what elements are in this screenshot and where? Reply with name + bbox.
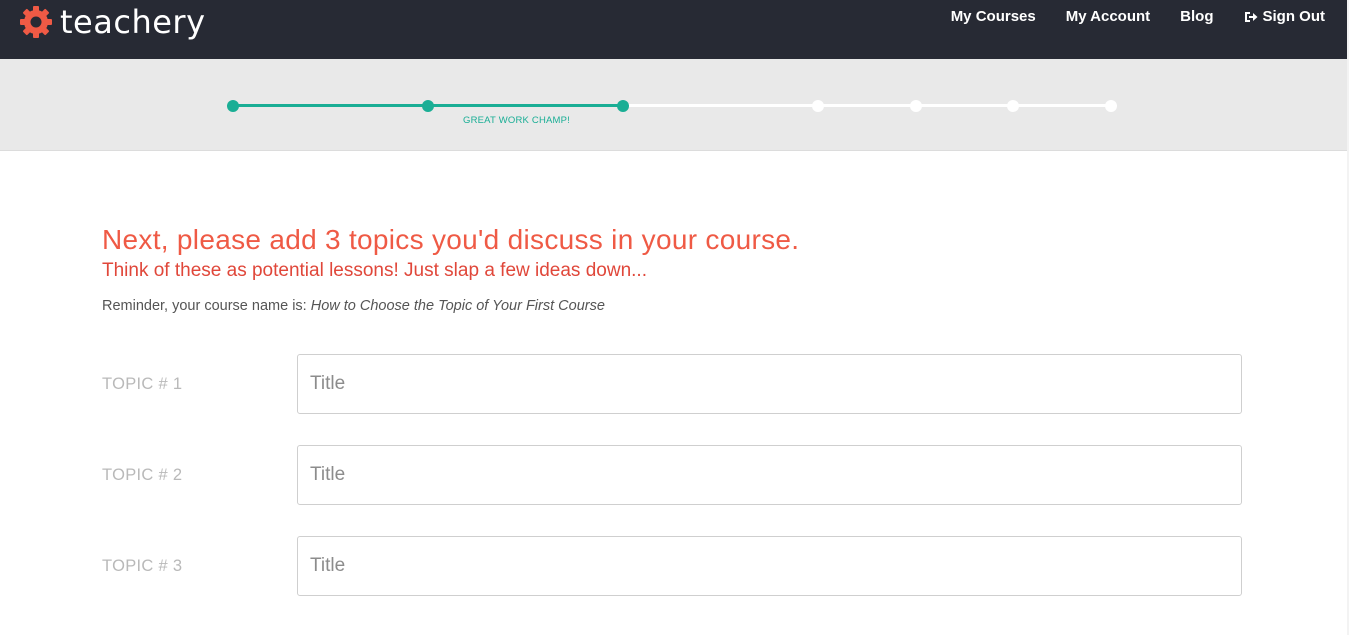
step-dot: [812, 100, 824, 112]
nav-sign-out[interactable]: Sign Out: [1244, 8, 1326, 25]
nav-my-account[interactable]: My Account: [1066, 8, 1150, 25]
topic-1-label: TOPIC # 1: [102, 375, 183, 393]
top-navbar: teachery My Courses My Account Blog Sign…: [0, 0, 1347, 59]
step-dot: [617, 100, 629, 112]
topic-2-title-input[interactable]: [297, 445, 1242, 505]
step-dot: [910, 100, 922, 112]
gear-logo-icon: [20, 6, 52, 38]
step-connector: [1013, 104, 1111, 107]
main-nav: My Courses My Account Blog Sign Out: [921, 8, 1325, 25]
course-name-reminder: Reminder, your course name is: How to Ch…: [102, 298, 605, 314]
sign-out-icon: [1244, 11, 1257, 22]
step-dot: [1105, 100, 1117, 112]
page-subheading: Think of these as potential lessons! Jus…: [102, 260, 647, 281]
course-name: How to Choose the Topic of Your First Co…: [310, 298, 605, 314]
topic-1-title-input[interactable]: [297, 354, 1242, 414]
progress-stepper: GREAT WORK CHAMP!: [0, 59, 1347, 151]
brand-logo-link[interactable]: teachery: [18, 2, 206, 42]
step-dot: [1007, 100, 1019, 112]
nav-blog[interactable]: Blog: [1180, 8, 1213, 25]
topic-3-title-input[interactable]: [297, 536, 1242, 596]
step-connector: [818, 104, 916, 107]
progress-caption: GREAT WORK CHAMP!: [463, 115, 571, 126]
step-connector: [233, 104, 428, 107]
nav-sign-out-label: Sign Out: [1262, 8, 1326, 25]
nav-my-courses[interactable]: My Courses: [951, 8, 1036, 25]
brand-name: teachery: [60, 3, 206, 41]
page-heading: Next, please add 3 topics you'd discuss …: [102, 224, 800, 255]
step-connector: [916, 104, 1013, 107]
topic-3-label: TOPIC # 3: [102, 557, 183, 575]
step-connector: [428, 104, 623, 107]
step-dot: [227, 100, 239, 112]
topic-2-label: TOPIC # 2: [102, 466, 183, 484]
step-dot: [422, 100, 434, 112]
reminder-prefix: Reminder, your course name is:: [102, 298, 311, 314]
step-connector: [623, 104, 818, 107]
